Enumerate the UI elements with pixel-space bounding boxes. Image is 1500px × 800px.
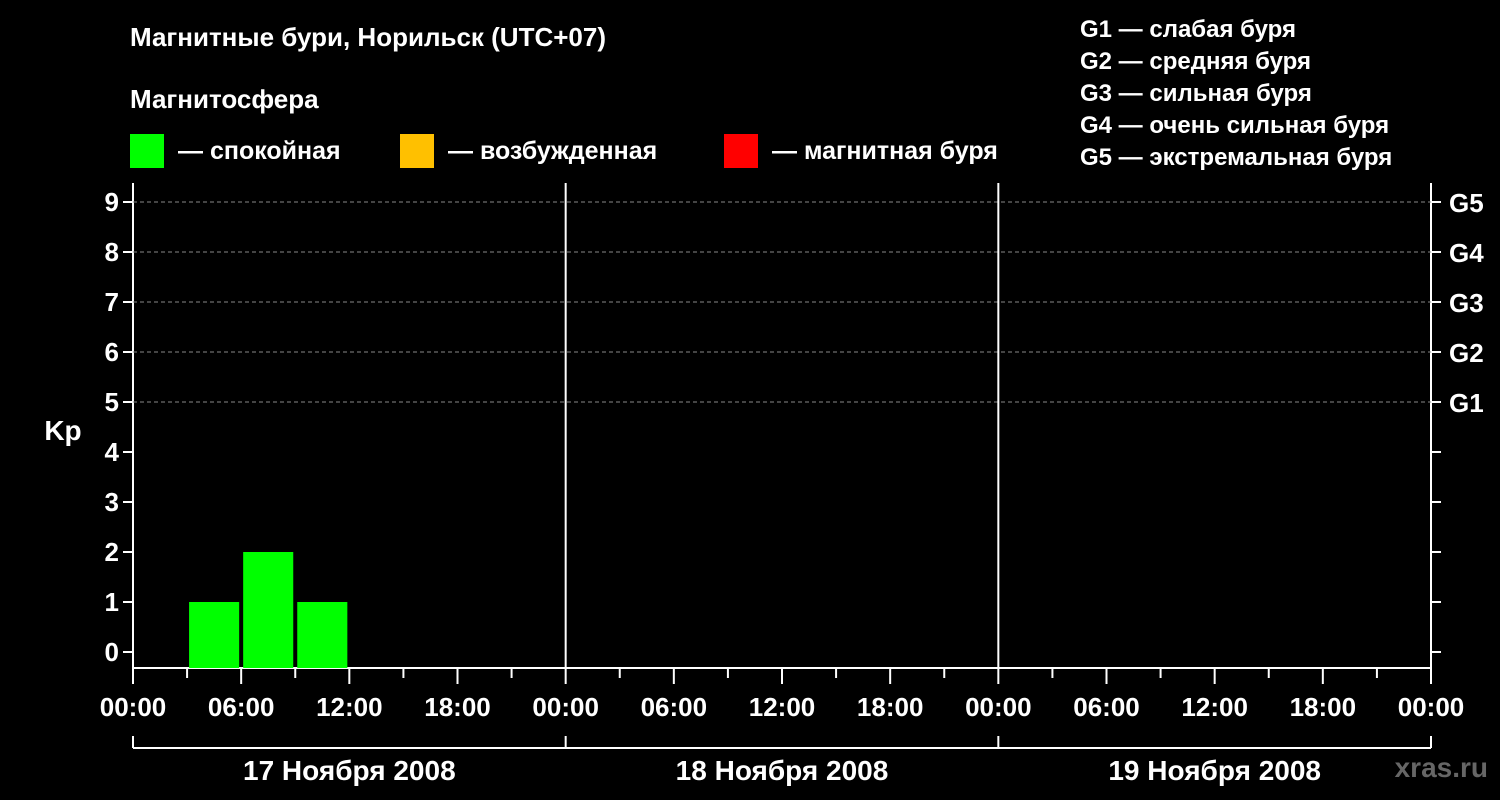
watermark: xras.ru [1394, 752, 1488, 783]
x-tick-label: 18:00 [857, 692, 924, 722]
g-level-label: G5 [1449, 188, 1484, 218]
x-tick-label: 12:00 [1181, 692, 1248, 722]
x-tick-label: 00:00 [100, 692, 167, 722]
y-tick-label: 9 [105, 187, 119, 217]
y-tick-label: 8 [105, 237, 119, 267]
x-tick-label: 18:00 [1290, 692, 1357, 722]
x-tick-label: 12:00 [749, 692, 816, 722]
g-level-label: G1 [1449, 388, 1484, 418]
x-tick-label: 18:00 [424, 692, 491, 722]
kp-bar [243, 552, 294, 668]
y-tick-label: 3 [105, 487, 119, 517]
day-label: 19 Ноября 2008 [1108, 755, 1321, 786]
y-tick-label: 6 [105, 337, 119, 367]
x-tick-label: 00:00 [1398, 692, 1465, 722]
kp-bar [189, 602, 240, 668]
g-level-label: G4 [1449, 238, 1484, 268]
y-tick-label: 1 [105, 587, 119, 617]
y-tick-label: 2 [105, 537, 119, 567]
y-tick-label: 4 [105, 437, 120, 467]
y-tick-label: 0 [105, 637, 119, 667]
y-axis-label: Kp [44, 415, 81, 446]
y-tick-label: 7 [105, 287, 119, 317]
x-tick-label: 00:00 [965, 692, 1032, 722]
x-tick-label: 00:00 [532, 692, 599, 722]
g-level-label: G3 [1449, 288, 1484, 318]
x-tick-label: 06:00 [641, 692, 708, 722]
kp-bar-chart: 0 1 2 3 4 5 6 7 8 9 G1 G2 G3 G4 G5 Kp 00:00 06:00 12:00 18:… [44, 183, 1484, 786]
day-label: 18 Ноября 2008 [676, 755, 889, 786]
y-tick-label: 5 [105, 387, 119, 417]
x-tick-label: 12:00 [316, 692, 383, 722]
day-label: 17 Ноября 2008 [243, 755, 456, 786]
kp-bar [297, 602, 348, 668]
x-tick-label: 06:00 [1073, 692, 1140, 722]
x-tick-label: 06:00 [208, 692, 275, 722]
g-level-label: G2 [1449, 338, 1484, 368]
